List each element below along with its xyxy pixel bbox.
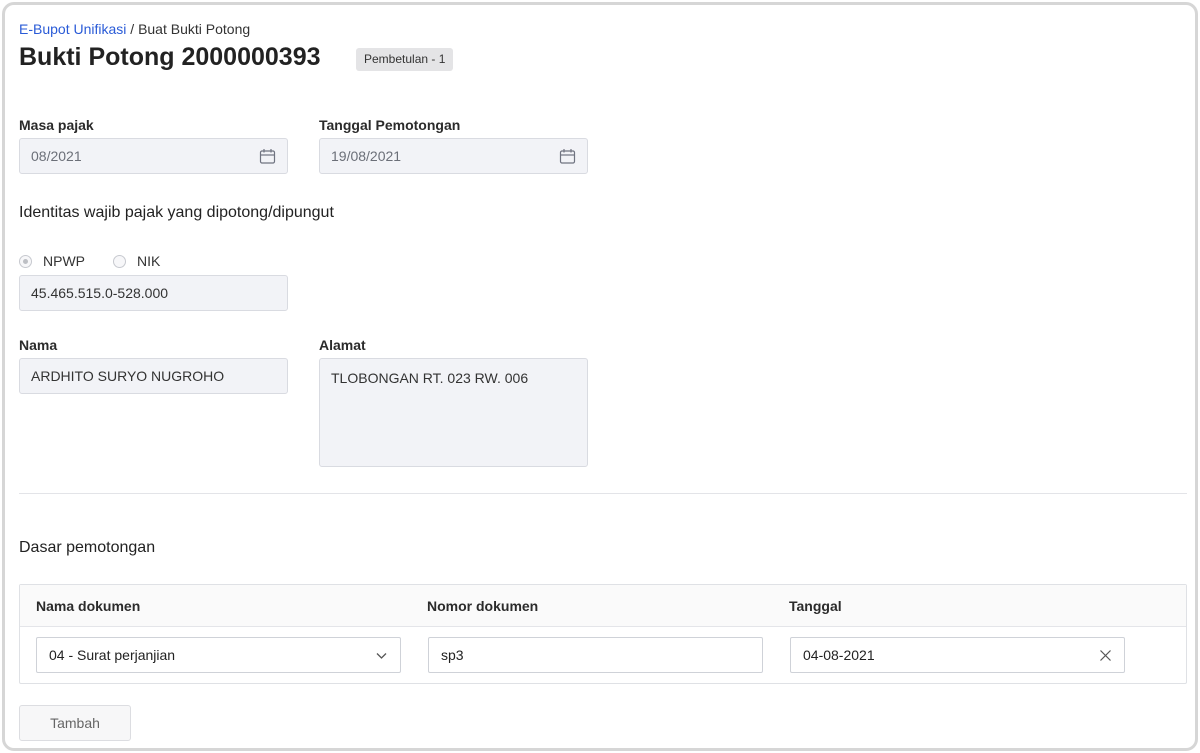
breadcrumb-separator: /: [130, 21, 135, 37]
nomor-dokumen-input[interactable]: sp3: [428, 637, 763, 673]
breadcrumb-link-ebupot[interactable]: E-Bupot Unifikasi: [19, 21, 126, 37]
identitas-heading: Identitas wajib pajak yang dipotong/dipu…: [19, 204, 334, 221]
alamat-label: Alamat: [319, 337, 366, 353]
identitas-radio-group: NPWP NIK: [19, 253, 188, 269]
tanggal-pemotongan-label: Tanggal Pemotongan: [319, 117, 461, 133]
nama-value: ARDHITO SURYO NUGROHO: [31, 368, 225, 384]
tanggal-pemotongan-field[interactable]: 19/08/2021: [319, 138, 588, 174]
tambah-button[interactable]: Tambah: [19, 705, 131, 741]
table-header: Nama dokumen Nomor dokumen Tanggal: [20, 585, 1186, 627]
breadcrumb: E-Bupot Unifikasi / Buat Bukti Potong: [19, 21, 250, 37]
radio-nik-label: NIK: [137, 253, 161, 269]
page-title: Bukti Potong 2000000393: [19, 43, 321, 71]
calendar-icon[interactable]: [559, 148, 576, 165]
radio-npwp-label: NPWP: [43, 253, 85, 269]
tanggal-dokumen-input[interactable]: 04-08-2021: [790, 637, 1125, 673]
chevron-down-icon[interactable]: [375, 649, 388, 662]
col-nama-dokumen: Nama dokumen: [36, 598, 141, 614]
close-icon[interactable]: [1099, 649, 1112, 662]
nama-dokumen-select[interactable]: 04 - Surat perjanjian: [36, 637, 401, 673]
alamat-textarea[interactable]: TLOBONGAN RT. 023 RW. 006: [319, 358, 588, 467]
masa-pajak-value: 08/2021: [31, 148, 82, 164]
col-nomor-dokumen: Nomor dokumen: [427, 598, 539, 614]
dasar-table: Nama dokumen Nomor dokumen Tanggal 04 - …: [19, 584, 1187, 684]
radio-nik[interactable]: NIK: [113, 253, 160, 269]
npwp-field[interactable]: 45.465.515.0-528.000: [19, 275, 288, 311]
app-window: E-Bupot Unifikasi / Buat Bukti Potong Bu…: [2, 2, 1198, 751]
masa-pajak-label: Masa pajak: [19, 117, 94, 133]
tanggal-pemotongan-value: 19/08/2021: [331, 148, 402, 164]
masa-pajak-field[interactable]: 08/2021: [19, 138, 288, 174]
status-badge: Pembetulan - 1: [356, 48, 454, 71]
nama-field[interactable]: ARDHITO SURYO NUGROHO: [19, 358, 288, 394]
alamat-value: TLOBONGAN RT. 023 RW. 006: [331, 370, 529, 386]
nama-dokumen-value: 04 - Surat perjanjian: [49, 647, 176, 663]
breadcrumb-current: Buat Bukti Potong: [138, 21, 251, 37]
nama-label: Nama: [19, 337, 58, 353]
npwp-value: 45.465.515.0-528.000: [31, 285, 169, 301]
dasar-heading: Dasar pemotongan: [19, 539, 156, 556]
radio-npwp-indicator[interactable]: [19, 254, 32, 268]
nomor-dokumen-value: sp3: [441, 647, 464, 663]
tanggal-dokumen-value: 04-08-2021: [803, 647, 875, 663]
section-divider: [19, 493, 1187, 494]
calendar-icon[interactable]: [259, 148, 276, 165]
radio-npwp[interactable]: NPWP: [19, 253, 85, 269]
radio-nik-indicator[interactable]: [113, 254, 126, 268]
col-tanggal: Tanggal: [789, 598, 842, 614]
